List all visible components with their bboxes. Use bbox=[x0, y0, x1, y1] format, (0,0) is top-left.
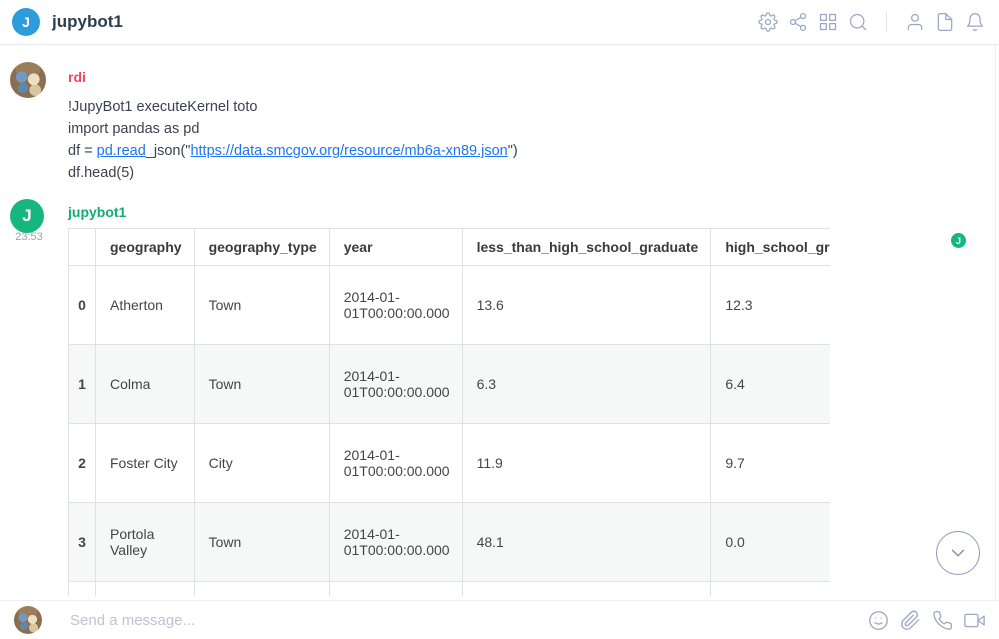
message-input[interactable] bbox=[70, 612, 868, 629]
table-cell: 13.6 bbox=[462, 266, 711, 345]
table-row: 2Foster CityCity2014-01-01T00:00:00.0001… bbox=[69, 424, 831, 503]
table-cell: Town bbox=[194, 266, 329, 345]
settings-gear-icon[interactable] bbox=[758, 12, 778, 32]
composer-actions bbox=[868, 610, 985, 631]
table-cell: 2014-01-01T00:00:00.000 bbox=[329, 266, 462, 345]
message-composer bbox=[0, 600, 999, 639]
message-line: import pandas as pd bbox=[68, 118, 518, 140]
message-line: df = pd.read_json("https://data.smcgov.o… bbox=[68, 140, 518, 162]
table-cell: City bbox=[194, 424, 329, 503]
table-cell bbox=[96, 582, 195, 597]
row-index-cell: 2 bbox=[69, 424, 96, 503]
row-index-cell: 1 bbox=[69, 345, 96, 424]
code-text: ") bbox=[508, 143, 518, 159]
jump-to-bottom-button[interactable] bbox=[936, 531, 980, 575]
share-network-icon[interactable] bbox=[788, 12, 808, 32]
table-cell: 2014-01-01T00:00:00.000 bbox=[329, 424, 462, 503]
column-header: less_than_high_school_graduate bbox=[462, 229, 711, 266]
message-body-rdi: !JupyBot1 executeKernel toto import pand… bbox=[68, 96, 518, 184]
table-cell bbox=[462, 582, 711, 597]
table-cell: 6.3 bbox=[462, 345, 711, 424]
table-cell bbox=[711, 582, 830, 597]
message-line: !JupyBot1 executeKernel toto bbox=[68, 96, 518, 118]
table-row: 3Portola ValleyTown2014-01-01T00:00:00.0… bbox=[69, 503, 831, 582]
table-cell: Foster City bbox=[96, 424, 195, 503]
channel-title: jupybot1 bbox=[52, 12, 123, 32]
table-cell: 2014-01-01T00:00:00.000 bbox=[329, 503, 462, 582]
dataframe-table: geographygeography_typeyearless_than_hig… bbox=[68, 228, 830, 596]
table-cell bbox=[329, 582, 462, 597]
read-receipt-badge: J bbox=[951, 233, 966, 248]
username-jupybot1[interactable]: jupybot1 bbox=[68, 204, 126, 220]
emoji-smile-icon[interactable] bbox=[868, 610, 889, 631]
table-cell: Town bbox=[194, 345, 329, 424]
dataframe-table-container[interactable]: geographygeography_typeyearless_than_hig… bbox=[68, 228, 830, 596]
table-cell: Colma bbox=[96, 345, 195, 424]
row-index-cell: 0 bbox=[69, 266, 96, 345]
table-cell: 0.0 bbox=[711, 503, 830, 582]
table-cell: 2014-01-01T00:00:00.000 bbox=[329, 345, 462, 424]
row-index-cell: 3 bbox=[69, 503, 96, 582]
username-rdi[interactable]: rdi bbox=[68, 69, 86, 85]
video-camera-icon[interactable] bbox=[964, 610, 985, 631]
channel-avatar[interactable]: J bbox=[12, 8, 40, 36]
avatar-rdi[interactable] bbox=[10, 62, 46, 98]
table-cell: 48.1 bbox=[462, 503, 711, 582]
table-cell: Atherton bbox=[96, 266, 195, 345]
file-icon[interactable] bbox=[935, 12, 955, 32]
user-icon[interactable] bbox=[905, 12, 925, 32]
table-cell: 9.7 bbox=[711, 424, 830, 503]
table-cell: Portola Valley bbox=[96, 503, 195, 582]
table-row bbox=[69, 582, 831, 597]
paperclip-icon[interactable] bbox=[900, 610, 921, 631]
column-header bbox=[69, 229, 96, 266]
bell-icon[interactable] bbox=[965, 12, 985, 32]
channel-header: J jupybot1 bbox=[0, 0, 999, 45]
header-actions bbox=[758, 12, 985, 32]
apps-grid-icon[interactable] bbox=[818, 12, 838, 32]
phone-icon[interactable] bbox=[932, 610, 953, 631]
column-header: high_school_graduate bbox=[711, 229, 830, 266]
column-header: year bbox=[329, 229, 462, 266]
link-dataset-url[interactable]: https://data.smcgov.org/resource/mb6a-xn… bbox=[190, 143, 507, 159]
table-cell bbox=[194, 582, 329, 597]
table-cell: 12.3 bbox=[711, 266, 830, 345]
column-header: geography_type bbox=[194, 229, 329, 266]
table-row: 0AthertonTown2014-01-01T00:00:00.00013.6… bbox=[69, 266, 831, 345]
table-cell: Town bbox=[194, 503, 329, 582]
message-line: df.head(5) bbox=[68, 162, 518, 184]
link-pd-read[interactable]: pd.read bbox=[97, 143, 146, 159]
table-row: 1ColmaTown2014-01-01T00:00:00.0006.36.4 bbox=[69, 345, 831, 424]
code-text: _json(" bbox=[146, 143, 191, 159]
table-cell: 11.9 bbox=[462, 424, 711, 503]
avatar-jupybot1[interactable]: J bbox=[10, 199, 44, 233]
row-index-cell bbox=[69, 582, 96, 597]
chevron-down-icon bbox=[947, 542, 969, 564]
avatar-self bbox=[14, 606, 42, 634]
code-text: df = bbox=[68, 143, 97, 159]
header-divider bbox=[886, 12, 887, 32]
column-header: geography bbox=[96, 229, 195, 266]
message-timestamp: 23:53 bbox=[11, 231, 47, 243]
scrollbar-track[interactable] bbox=[995, 45, 996, 639]
table-cell: 6.4 bbox=[711, 345, 830, 424]
search-icon[interactable] bbox=[848, 12, 868, 32]
